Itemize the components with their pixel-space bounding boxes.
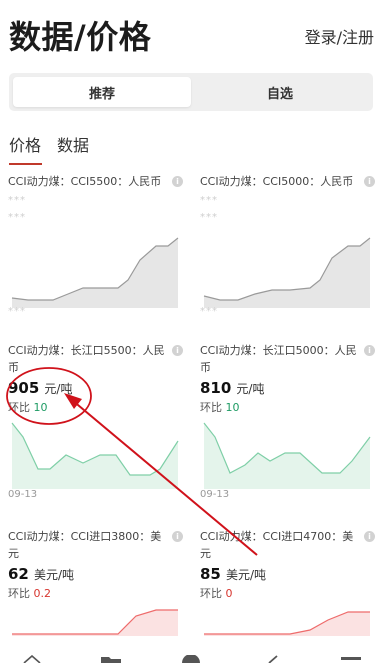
info-icon[interactable]: i bbox=[172, 531, 183, 542]
ratio-label: 环比 bbox=[8, 587, 30, 600]
ratio-placeholder: *** bbox=[200, 212, 218, 223]
price-value: 85 bbox=[200, 565, 221, 583]
price-row: 810 元/吨 bbox=[200, 378, 375, 397]
circle-icon[interactable] bbox=[180, 655, 202, 663]
trend-chart bbox=[203, 237, 371, 308]
tab-price[interactable]: 价格 bbox=[9, 132, 43, 165]
sub-tabs: 价格 数据 bbox=[9, 132, 105, 165]
price-value: 810 bbox=[200, 379, 232, 397]
info-icon[interactable]: i bbox=[364, 531, 375, 542]
ratio-row: 环比 0 bbox=[200, 585, 375, 601]
price-row: 905 元/吨 bbox=[8, 378, 183, 397]
page-title: 数据/价格 bbox=[9, 18, 152, 56]
ratio-row: 环比 0.2 bbox=[8, 585, 183, 601]
segment-recommended[interactable]: 推荐 bbox=[13, 77, 191, 107]
price-unit: 元/吨 bbox=[44, 382, 73, 396]
home-icon[interactable] bbox=[22, 655, 42, 663]
price-unit: 美元/吨 bbox=[33, 568, 75, 582]
folder-icon[interactable] bbox=[100, 655, 122, 663]
info-icon[interactable]: i bbox=[172, 176, 183, 187]
info-icon[interactable]: i bbox=[364, 176, 375, 187]
price-value: 905 bbox=[8, 379, 40, 397]
trend-chart bbox=[12, 609, 178, 636]
ratio-label: 环比 bbox=[200, 401, 222, 414]
card-title: CCI动力煤：长江口5500：人民币 i bbox=[8, 342, 183, 376]
card-title: CCI动力煤：CCI5500：人民币 i bbox=[8, 173, 183, 190]
ratio-placeholder: *** bbox=[8, 212, 26, 223]
trend-chart bbox=[203, 422, 371, 489]
segment-watchlist[interactable]: 自选 bbox=[191, 77, 369, 107]
login-register-link[interactable]: 登录/注册 bbox=[305, 24, 374, 48]
price-unit: 元/吨 bbox=[236, 382, 265, 396]
price-card-import4700[interactable]: CCI动力煤：CCI进口4700：美元 i 85 美元/吨 环比 0 bbox=[200, 528, 375, 636]
ratio-value: 10 bbox=[225, 401, 240, 414]
info-icon[interactable]: i bbox=[172, 345, 183, 356]
price-card-cci5500[interactable]: CCI动力煤：CCI5500：人民币 i *** *** *** bbox=[8, 173, 183, 318]
ratio-row: 环比 10 bbox=[200, 399, 375, 415]
date-label: 09-13 bbox=[8, 489, 38, 500]
ratio-value: 10 bbox=[33, 401, 48, 414]
price-card-cci5000[interactable]: CCI动力煤：CCI5000：人民币 i *** *** *** bbox=[200, 173, 375, 318]
menu-icon[interactable] bbox=[340, 655, 362, 663]
header: 数据/价格 登录/注册 bbox=[0, 0, 383, 70]
ratio-label: 环比 bbox=[200, 587, 222, 600]
card-title: CCI动力煤：CCI5000：人民币 i bbox=[200, 173, 375, 190]
price-card-changjiangkou5500[interactable]: CCI动力煤：长江口5500：人民币 i 905 元/吨 环比 10 09-13 bbox=[8, 342, 183, 500]
price-card-changjiangkou5000[interactable]: CCI动力煤：长江口5000：人民币 i 810 元/吨 环比 10 09-13 bbox=[200, 342, 375, 500]
price-card-import3800[interactable]: CCI动力煤：CCI进口3800：美元 i 62 美元/吨 环比 0.2 bbox=[8, 528, 183, 636]
price-placeholder: *** bbox=[8, 195, 26, 206]
price-row: 62 美元/吨 bbox=[8, 564, 183, 583]
trend-chart bbox=[204, 611, 370, 636]
card-title: CCI动力煤：CCI进口4700：美元 i bbox=[200, 528, 375, 562]
trend-chart bbox=[11, 237, 179, 308]
pen-icon[interactable] bbox=[266, 655, 282, 663]
price-value: 62 bbox=[8, 565, 29, 583]
segmented-control: 推荐 自选 bbox=[9, 73, 373, 111]
price-unit: 美元/吨 bbox=[225, 568, 267, 582]
trend-chart bbox=[11, 422, 179, 489]
bottom-tab-bar bbox=[0, 654, 383, 663]
price-placeholder: *** bbox=[200, 195, 218, 206]
info-icon[interactable]: i bbox=[364, 345, 375, 356]
ratio-value: 0.2 bbox=[33, 587, 52, 600]
card-title: CCI动力煤：CCI进口3800：美元 i bbox=[8, 528, 183, 562]
price-row: 85 美元/吨 bbox=[200, 564, 375, 583]
date-label: 09-13 bbox=[200, 489, 230, 500]
ratio-label: 环比 bbox=[8, 401, 30, 414]
card-title: CCI动力煤：长江口5000：人民币 i bbox=[200, 342, 375, 376]
ratio-value: 0 bbox=[225, 587, 233, 600]
ratio-row: 环比 10 bbox=[8, 399, 183, 415]
tab-data[interactable]: 数据 bbox=[57, 132, 89, 161]
